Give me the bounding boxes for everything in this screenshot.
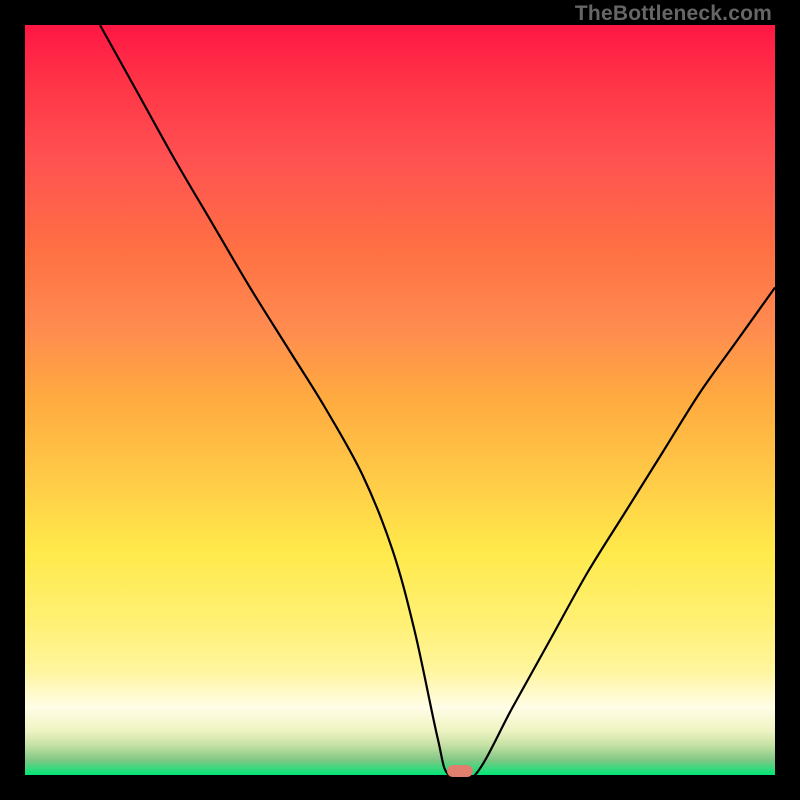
chart-frame: TheBottleneck.com (0, 0, 800, 800)
plot-area (25, 25, 775, 775)
watermark-text: TheBottleneck.com (575, 2, 772, 26)
optimal-marker (447, 765, 473, 777)
bottleneck-curve (100, 25, 775, 782)
curve-layer (25, 25, 775, 775)
